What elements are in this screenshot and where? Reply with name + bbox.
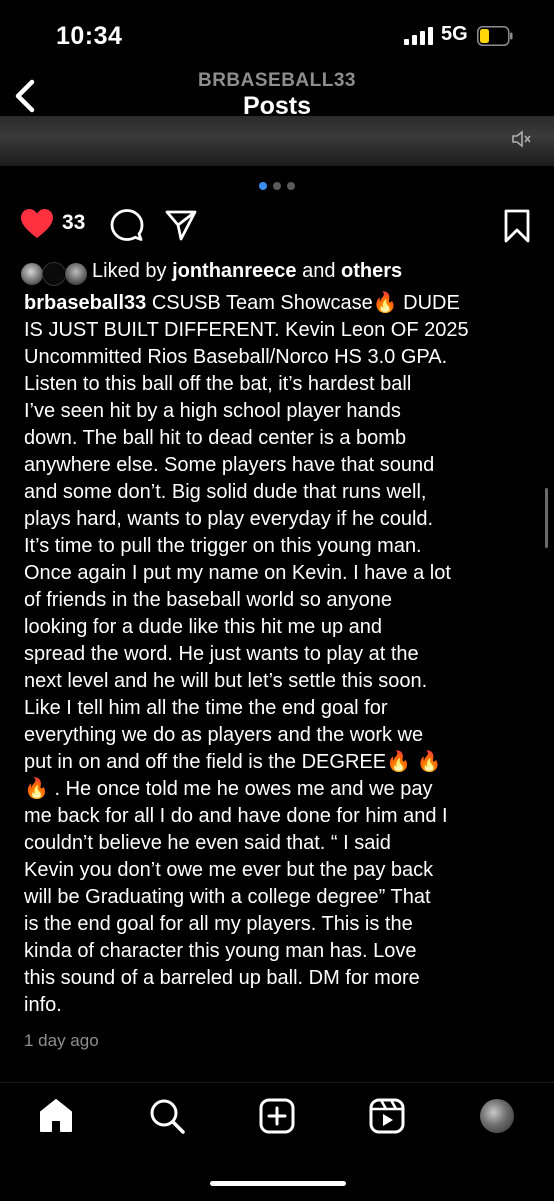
liked-by-and: and <box>296 260 342 282</box>
carousel-dot-active <box>259 182 267 190</box>
caption-text: down. The ball hit to dead center is a b… <box>24 427 407 449</box>
caption-line: Once again I put my name on Kevin. I hav… <box>24 560 534 587</box>
caption-text: Once again I put my name on Kevin. I hav… <box>24 562 451 584</box>
tab-reels[interactable] <box>368 1097 406 1135</box>
liker-avatar <box>20 262 44 286</box>
caption-line: everything we do as players and the work… <box>24 722 534 749</box>
caption-line: I’ve seen hit by a high school player ha… <box>24 398 534 425</box>
liked-by-row[interactable]: Liked by jonthanreece and others <box>0 260 554 288</box>
status-time: 10:34 <box>56 22 123 50</box>
caption-line: Uncommitted Rios Baseball/Norco HS 3.0 G… <box>24 344 534 371</box>
post-timestamp: 1 day ago <box>24 1031 99 1050</box>
caption-text: couldn’t believe he even said that. “ I … <box>24 832 391 854</box>
status-bar: 10:34 5G <box>0 0 554 70</box>
caption-text: everything we do as players and the work… <box>24 724 424 746</box>
caption-text: Like I tell him all the time the end goa… <box>24 697 388 719</box>
liked-by-text: Liked by jonthanreece and others <box>92 260 402 283</box>
post-caption: brbaseball33 CSUSB Team Showcase🔥 DUDE IS… <box>24 290 534 1019</box>
caption-text: Listen to this ball off the bat, it’s ha… <box>24 373 412 395</box>
carousel-dot <box>273 182 281 190</box>
caption-line: brbaseball33 CSUSB Team Showcase🔥 DUDE <box>24 290 534 317</box>
cellular-signal-icon <box>404 27 433 45</box>
liked-by-username[interactable]: jonthanreece <box>172 260 296 282</box>
caption-text: looking for a dude like this hit me up a… <box>24 616 382 638</box>
caption-line: Like I tell him all the time the end goa… <box>24 695 534 722</box>
like-count[interactable]: 33 <box>62 211 85 235</box>
caption-text: 🔥 . He once told me he owes me and we pa… <box>24 778 433 800</box>
caption-text: this sound of a barreled up ball. DM for… <box>24 967 420 989</box>
paper-plane-icon[interactable] <box>164 208 198 242</box>
carousel-dot <box>287 182 295 190</box>
liker-avatar <box>42 262 66 286</box>
reels-icon <box>369 1098 405 1134</box>
caption-line: IS JUST BUILT DIFFERENT. Kevin Leon OF 2… <box>24 317 534 344</box>
caption-line: this sound of a barreled up ball. DM for… <box>24 965 534 992</box>
plus-square-icon <box>259 1098 295 1134</box>
caption-line: of friends in the baseball world so anyo… <box>24 587 534 614</box>
caption-text: plays hard, wants to play everyday if he… <box>24 508 434 530</box>
caption-text: Uncommitted Rios Baseball/Norco HS 3.0 G… <box>24 346 448 368</box>
tab-create[interactable] <box>258 1097 296 1135</box>
carousel-indicator <box>0 182 554 190</box>
caption-text: spread the word. He just wants to play a… <box>24 643 419 665</box>
search-icon <box>150 1099 185 1134</box>
caption-text: Kevin you don’t owe me ever but the pay … <box>24 859 434 881</box>
caption-text: is the end goal for all my players. This… <box>24 913 413 935</box>
caption-line: Listen to this ball off the bat, it’s ha… <box>24 371 534 398</box>
caption-line: and some don’t. Big solid dude that runs… <box>24 479 534 506</box>
tab-home[interactable] <box>37 1097 75 1135</box>
comment-bubble-icon[interactable] <box>110 208 144 242</box>
caption-line: put in on and off the field is the DEGRE… <box>24 749 534 776</box>
caption-line: Kevin you don’t owe me ever but the pay … <box>24 857 534 884</box>
post-media[interactable] <box>0 116 554 166</box>
caption-text: will be Graduating with a college degree… <box>24 886 431 908</box>
liked-by-prefix: Liked by <box>92 260 173 282</box>
battery-icon <box>477 26 513 46</box>
scrollbar[interactable] <box>545 488 548 548</box>
network-type: 5G <box>441 23 468 45</box>
post-actions: 33 <box>0 206 554 246</box>
caption-text: I’ve seen hit by a high school player ha… <box>24 400 401 422</box>
caption-line: info. <box>24 992 534 1019</box>
caption-username[interactable]: brbaseball33 <box>24 292 146 314</box>
caption-line: will be Graduating with a college degree… <box>24 884 534 911</box>
caption-text: anywhere else. Some players have that so… <box>24 454 435 476</box>
caption-line: me back for all I do and have done for h… <box>24 803 534 830</box>
caption-text: It’s time to pull the trigger on this yo… <box>24 535 422 557</box>
tab-search[interactable] <box>148 1097 186 1135</box>
caption-line: is the end goal for all my players. This… <box>24 911 534 938</box>
caption-line: next level and he will but let’s settle … <box>24 668 534 695</box>
caption-text: put in on and off the field is the DEGRE… <box>24 751 442 773</box>
caption-text: IS JUST BUILT DIFFERENT. Kevin Leon OF 2… <box>24 319 469 341</box>
caption-text: kinda of character this young man has. L… <box>24 940 417 962</box>
mute-icon[interactable] <box>510 128 532 150</box>
caption-line: down. The ball hit to dead center is a b… <box>24 425 534 452</box>
caption-text: next level and he will but let’s settle … <box>24 670 428 692</box>
caption-line: It’s time to pull the trigger on this yo… <box>24 533 534 560</box>
home-indicator[interactable] <box>210 1181 346 1186</box>
caption-text: info. <box>24 994 62 1016</box>
caption-line: anywhere else. Some players have that so… <box>24 452 534 479</box>
caption-text: and some don’t. Big solid dude that runs… <box>24 481 427 503</box>
account-username: BRBASEBALL33 <box>197 70 357 91</box>
caption-line: looking for a dude like this hit me up a… <box>24 614 534 641</box>
caption-line: plays hard, wants to play everyday if he… <box>24 506 534 533</box>
caption-line: kinda of character this young man has. L… <box>24 938 534 965</box>
caption-text: of friends in the baseball world so anyo… <box>24 589 393 611</box>
caption-line: 🔥 . He once told me he owes me and we pa… <box>24 776 534 803</box>
bookmark-icon[interactable] <box>502 208 532 244</box>
caption-line: couldn’t believe he even said that. “ I … <box>24 830 534 857</box>
profile-avatar[interactable] <box>480 1099 514 1133</box>
caption-line: spread the word. He just wants to play a… <box>24 641 534 668</box>
heart-filled-icon[interactable] <box>20 208 54 240</box>
caption-text: me back for all I do and have done for h… <box>24 805 448 827</box>
caption-text: CSUSB Team Showcase🔥 DUDE <box>146 292 460 314</box>
liked-by-others[interactable]: others <box>341 260 402 282</box>
home-icon <box>40 1099 72 1132</box>
liker-avatar <box>64 262 88 286</box>
liker-avatars <box>20 262 90 286</box>
